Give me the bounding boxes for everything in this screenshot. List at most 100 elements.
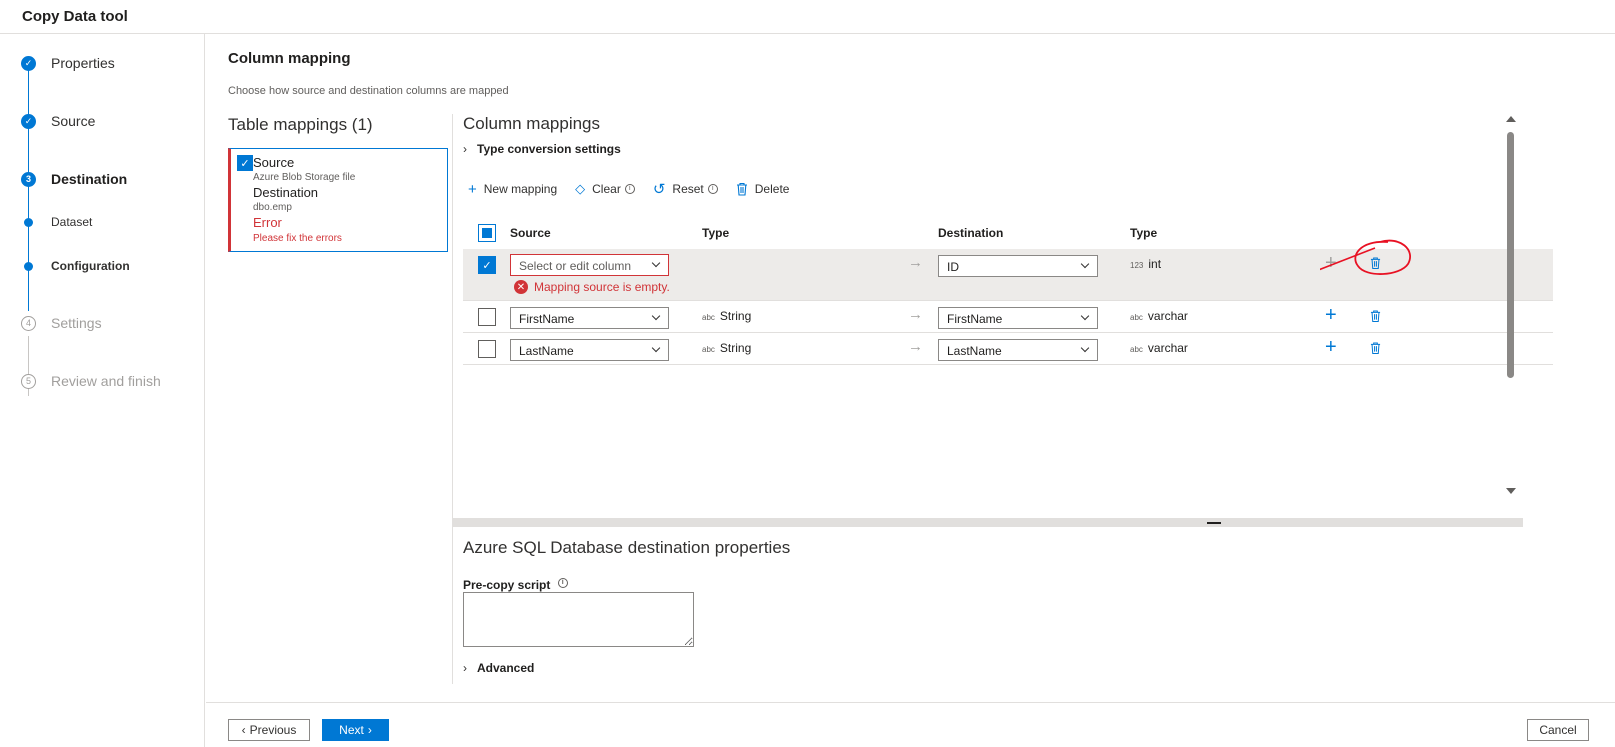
text-type-icon: abc — [1130, 345, 1143, 354]
trash-icon[interactable] — [1370, 256, 1381, 270]
destination-properties-title: Azure SQL Database destination propertie… — [463, 538, 791, 557]
source-column-dropdown[interactable]: FirstName — [510, 307, 669, 329]
step-number-icon: 3 — [21, 171, 36, 187]
step-number-icon: 5 — [21, 373, 36, 389]
header-source: Source — [510, 226, 551, 240]
info-icon[interactable]: i — [557, 578, 568, 588]
step-source[interactable]: ✓ Source — [0, 113, 95, 129]
reset-label: Reset — [672, 182, 704, 196]
trash-icon — [736, 182, 747, 196]
previous-label: Previous — [249, 723, 297, 737]
number-type-icon: 123 — [1130, 261, 1144, 270]
grid-header: Source Type Destination Type — [463, 217, 1553, 249]
destination-column-value: FirstName — [947, 312, 1003, 326]
add-row-button[interactable]: + — [1325, 337, 1337, 357]
scroll-down-icon[interactable] — [1506, 488, 1516, 494]
type-conversion-toggle[interactable]: › Type conversion settings — [463, 142, 621, 156]
eraser-icon: ◇ — [575, 181, 586, 196]
drag-handle-icon[interactable] — [1207, 522, 1221, 524]
reset-button[interactable]: ↺ Reset i — [653, 180, 718, 198]
advanced-label: Advanced — [477, 661, 535, 675]
step-label: Settings — [51, 315, 102, 331]
chevron-down-icon — [1080, 343, 1090, 353]
chevron-right-icon: › — [463, 142, 467, 156]
previous-button[interactable]: ‹ Previous — [228, 719, 310, 741]
card-destination-label: Destination — [253, 185, 319, 200]
source-type-value: String — [719, 341, 752, 355]
select-all-checkbox[interactable] — [478, 224, 496, 242]
next-button[interactable]: Next › — [322, 719, 389, 741]
new-mapping-label: New mapping — [483, 182, 558, 196]
destination-column-dropdown[interactable]: LastName — [938, 339, 1098, 361]
step-label: Review and finish — [51, 373, 161, 389]
add-row-button[interactable]: + — [1325, 253, 1337, 273]
step-dataset[interactable]: Dataset — [0, 215, 92, 229]
panel-splitter[interactable] — [453, 518, 1523, 527]
step-review[interactable]: 5 Review and finish — [0, 373, 161, 389]
step-configuration[interactable]: Configuration — [0, 259, 130, 273]
panel-divider — [452, 114, 453, 684]
source-column-dropdown[interactable]: LastName — [510, 339, 669, 361]
page-title: Column mapping — [228, 50, 351, 67]
table-row[interactable]: LastName abc String → LastName abc varchar… — [463, 333, 1553, 365]
new-mapping-button[interactable]: + New mapping — [468, 181, 557, 198]
table-mappings-title: Table mappings (1) — [228, 115, 373, 134]
wizard-steps: ✓ Properties ✓ Source 3 Destination Data… — [0, 34, 205, 747]
check-icon: ✓ — [21, 55, 36, 71]
info-icon[interactable]: i — [707, 184, 718, 194]
check-icon[interactable]: ✓ — [237, 155, 253, 171]
row-checkbox[interactable] — [478, 308, 496, 326]
chevron-down-icon — [651, 343, 661, 353]
app-title: Copy Data tool — [0, 0, 1615, 34]
step-label: Source — [51, 113, 96, 129]
header-destination: Destination — [938, 226, 1004, 240]
trash-icon[interactable] — [1370, 341, 1381, 355]
chevron-left-icon: ‹ — [241, 723, 246, 737]
destination-column-dropdown[interactable]: FirstName — [938, 307, 1098, 329]
destination-column-dropdown[interactable]: ID — [938, 255, 1098, 277]
substep-dot-icon — [24, 217, 33, 227]
source-column-value: LastName — [519, 344, 574, 358]
step-settings[interactable]: 4 Settings — [0, 315, 102, 331]
arrow-right-icon: → — [908, 306, 923, 323]
source-type-value: String — [719, 309, 752, 323]
step-label: Dataset — [51, 215, 93, 229]
grid-scrollbar[interactable] — [1505, 116, 1517, 496]
card-source-label: Source — [253, 155, 295, 170]
row-checkbox[interactable] — [478, 340, 496, 358]
scroll-up-icon[interactable] — [1506, 116, 1516, 122]
next-label: Next — [339, 723, 364, 737]
main-panel: Column mapping Choose how source and des… — [206, 34, 1615, 702]
text-type-icon: abc — [702, 345, 715, 354]
plus-icon: + — [468, 180, 477, 198]
pre-copy-script-label: Pre-copy script i — [463, 578, 568, 592]
destination-type: 123 int — [1130, 257, 1161, 271]
pre-copy-script-text: Pre-copy script — [463, 578, 551, 592]
row-checkbox[interactable]: ✓ — [478, 256, 496, 274]
column-mappings-title: Column mappings — [463, 114, 601, 133]
table-mapping-card[interactable]: ✓ Source Azure Blob Storage file Destina… — [228, 148, 448, 252]
source-type: abc String — [702, 341, 751, 355]
delete-button[interactable]: Delete — [736, 182, 789, 196]
card-error-value: Please fix the errors — [253, 233, 342, 244]
table-row[interactable]: ✓ Select or edit column ✕ Mapping source… — [463, 249, 1553, 301]
clear-button[interactable]: ◇ Clear i — [575, 181, 635, 197]
trash-icon[interactable] — [1370, 309, 1381, 323]
destination-type-value: varchar — [1147, 341, 1188, 355]
card-source-value: Azure Blob Storage file — [253, 172, 356, 183]
source-column-dropdown[interactable]: Select or edit column — [510, 254, 669, 276]
step-destination[interactable]: 3 Destination — [0, 171, 127, 187]
arrow-right-icon: → — [908, 254, 923, 271]
page-subtitle: Choose how source and destination column… — [228, 85, 509, 97]
clear-label: Clear — [592, 182, 621, 196]
step-label: Configuration — [51, 259, 130, 273]
info-icon[interactable]: i — [624, 184, 635, 194]
advanced-toggle[interactable]: › Advanced — [463, 661, 534, 675]
arrow-right-icon: → — [908, 338, 923, 355]
table-row[interactable]: FirstName abc String → FirstName abc varch… — [463, 301, 1553, 333]
step-properties[interactable]: ✓ Properties — [0, 55, 115, 71]
scroll-thumb[interactable] — [1507, 132, 1514, 378]
pre-copy-script-input[interactable] — [463, 592, 694, 647]
cancel-button[interactable]: Cancel — [1527, 719, 1589, 741]
add-row-button[interactable]: + — [1325, 305, 1337, 325]
